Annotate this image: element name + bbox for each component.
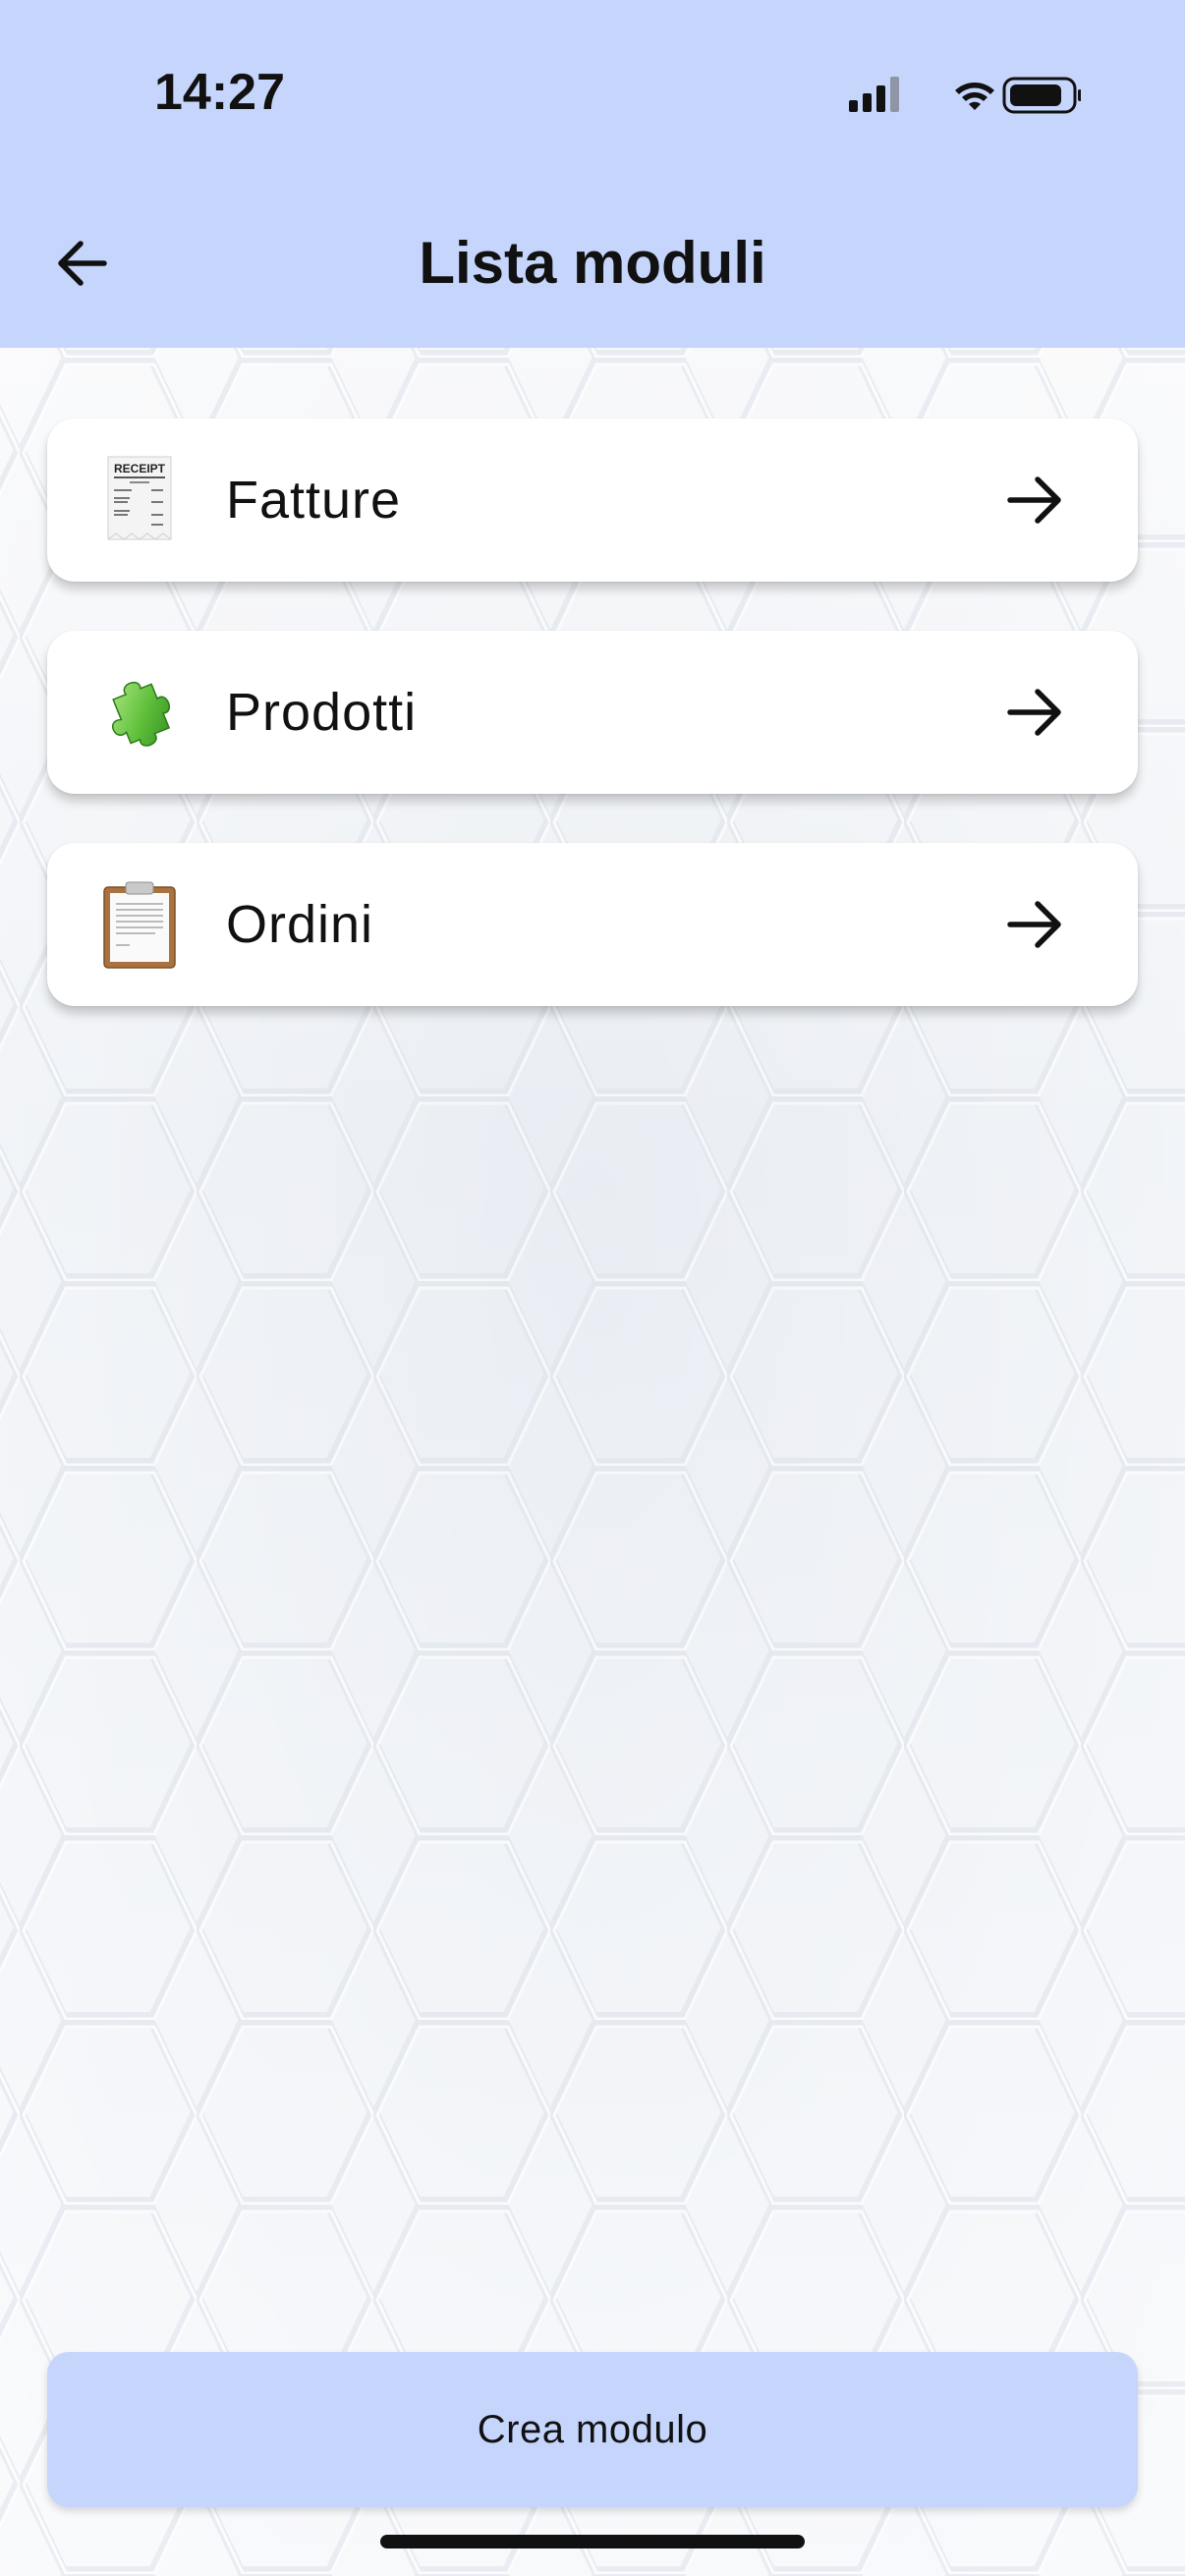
create-module-button[interactable]: Crea modulo: [47, 2352, 1138, 2507]
module-item-ordini[interactable]: Ordini: [47, 843, 1138, 1006]
receipt-icon: RECEIPT: [107, 456, 172, 540]
app-header: 14:27 Lista moduli: [0, 0, 1185, 348]
module-label: Fatture: [226, 471, 402, 530]
arrow-right-icon: [1007, 689, 1061, 736]
receipt-icon-text: RECEIPT: [114, 462, 166, 476]
puzzle-piece-icon: [111, 681, 171, 747]
module-label: Prodotti: [226, 683, 418, 742]
module-label: Ordini: [226, 895, 374, 954]
battery-icon: [1002, 77, 1081, 114]
signal-icon: [849, 77, 899, 112]
arrow-right-icon: [1007, 476, 1061, 524]
home-indicator[interactable]: [380, 2535, 805, 2548]
status-icons: [849, 77, 1081, 114]
clipboard-icon: [103, 881, 176, 969]
status-time: 14:27: [154, 64, 285, 121]
module-item-prodotti[interactable]: Prodotti: [47, 631, 1138, 794]
module-item-fatture[interactable]: RECEIPT Fatture: [47, 419, 1138, 582]
arrow-right-icon: [1007, 901, 1061, 948]
page-title: Lista moduli: [419, 230, 766, 296]
wifi-icon: [955, 83, 994, 110]
